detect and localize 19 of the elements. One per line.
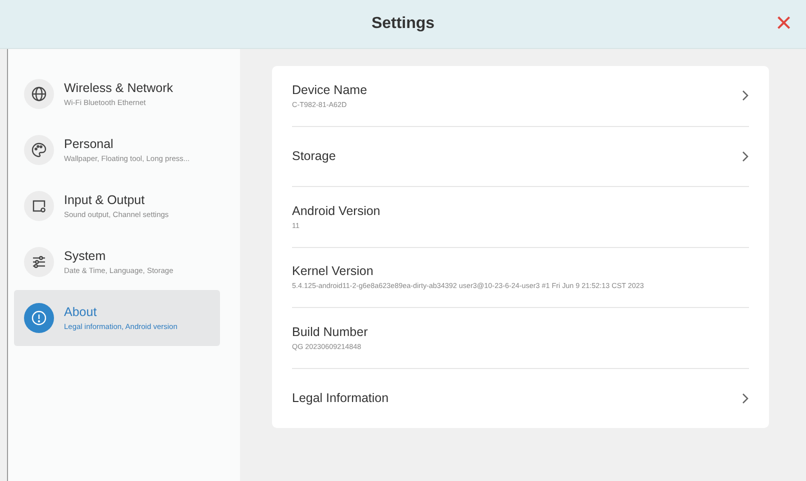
- item-title: Personal: [64, 137, 114, 151]
- palette-icon: [24, 135, 54, 165]
- item-title: System: [64, 249, 107, 263]
- row-title: Build Number: [292, 324, 368, 339]
- sliders-icon: [24, 247, 54, 277]
- settings-row[interactable]: Storage: [292, 126, 749, 187]
- window-title: Settings: [371, 15, 435, 33]
- info-icon: [24, 303, 54, 333]
- row-title: Legal Information: [292, 391, 389, 406]
- settings-row[interactable]: Legal Information: [292, 368, 749, 428]
- row-title: Storage: [292, 149, 336, 164]
- item-title: About: [64, 305, 98, 319]
- monitor-icon: [24, 191, 54, 221]
- item-title: Wireless & Network: [64, 81, 174, 95]
- row-title: Android Version: [292, 204, 380, 218]
- row-title: Device Name: [292, 82, 368, 97]
- row-title: Kernel Version: [292, 264, 374, 278]
- globe-icon: [24, 79, 54, 109]
- item-title: Input & Output: [64, 193, 146, 207]
